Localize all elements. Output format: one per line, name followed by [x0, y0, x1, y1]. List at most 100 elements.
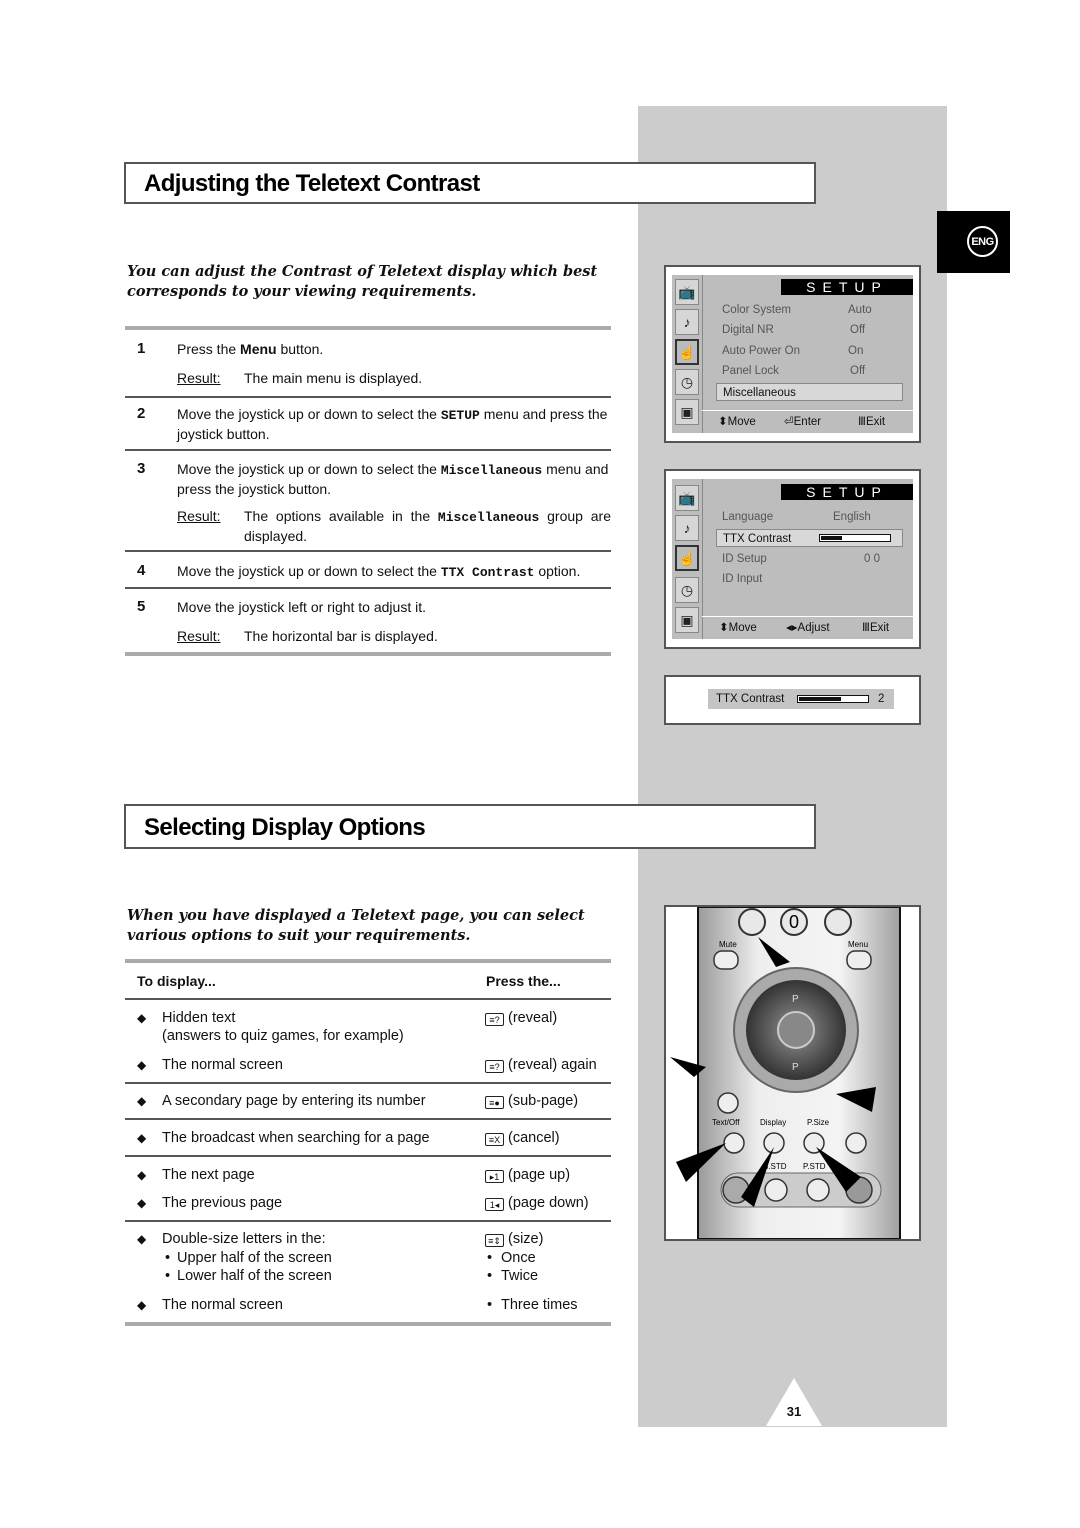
page-down-icon: 1◂	[485, 1198, 504, 1211]
osd-row: Digital NR Off	[722, 324, 866, 336]
step-text: Move the joystick up or down to select t…	[177, 563, 581, 580]
ttx-contrast-display: TTX Contrast 2	[708, 689, 894, 709]
channel-icon: ▣	[675, 399, 699, 425]
menu-icon-column: 📺 ♪ ☝ ◷ ▣	[672, 275, 703, 433]
osd-row: ID Input	[722, 573, 763, 585]
osd-ttx-contrast-bar: TTX Contrast 2	[664, 675, 921, 725]
adjust-hint: ◂▸Adjust	[786, 622, 830, 634]
osd-row: Auto Power On On	[722, 345, 864, 357]
text-off-label: Text/Off	[712, 1118, 740, 1127]
section-intro: You can adjust the Contrast of Teletext …	[127, 263, 598, 300]
divider	[125, 1322, 611, 1326]
ttx-contrast-value: 2	[878, 693, 885, 705]
step-number: 1	[137, 340, 146, 357]
setup-icon: ☝	[675, 339, 699, 365]
divider	[125, 959, 611, 963]
page-number: 31	[766, 1378, 822, 1426]
clock-icon: ◷	[675, 369, 699, 395]
move-hint: ⬍Move	[718, 416, 756, 428]
osd-row: ID Setup 0 0	[722, 553, 880, 565]
picture-icon: 📺	[675, 279, 699, 305]
ttx-contrast-bar	[797, 695, 869, 703]
osd-row: Color System Auto	[722, 304, 872, 316]
step-5: 5 Move the joystick left or right to adj…	[125, 598, 611, 648]
remote-control-illustration: 0 Mute Menu P P Text/Off Display P.Size …	[664, 905, 921, 1241]
step-text: Move the joystick up or down to select t…	[177, 461, 609, 497]
display-label: Display	[760, 1118, 786, 1127]
sound-icon: ♪	[675, 309, 699, 335]
s-std-button	[764, 1178, 788, 1202]
divider	[125, 326, 611, 330]
exit-hint: ⅢExit	[862, 622, 890, 634]
column-header: Press the...	[486, 973, 561, 989]
osd-footer: ⬍Move ⏎Enter ⅢExit	[702, 410, 913, 433]
divider	[125, 396, 611, 398]
sub-page-icon: ≡●	[485, 1096, 504, 1109]
text-off-button	[723, 1132, 745, 1154]
column-header: To display...	[137, 973, 216, 989]
step-text: Press the Menu button.	[177, 341, 324, 357]
step-1: 1 Press the Menu button. Result: The main…	[125, 340, 611, 390]
ttx-contrast-label: TTX Contrast	[716, 693, 785, 705]
setup-icon: ☝	[675, 545, 699, 571]
step-number: 3	[137, 460, 146, 477]
divider	[125, 1155, 611, 1157]
enter-hint: ⏎Enter	[784, 416, 822, 428]
p-size-label: P.Size	[807, 1118, 830, 1127]
osd-row-selected: TTX Contrast	[716, 529, 903, 547]
step-3: 3 Move the joystick up or down to select…	[137, 460, 611, 544]
language-tab: ENG	[937, 211, 1010, 273]
divider	[125, 1220, 611, 1222]
tv-button-icon	[824, 908, 852, 936]
svg-text:0: 0	[789, 912, 799, 932]
page-up-icon: ▸1	[485, 1170, 504, 1183]
picture-icon: 📺	[675, 485, 699, 511]
divider	[125, 998, 611, 1000]
reveal-icon: ≡?	[485, 1013, 504, 1026]
divider	[125, 587, 611, 589]
menu-button	[846, 950, 872, 970]
osd-miscellaneous-menu: 📺 ♪ ☝ ◷ ▣ SETUP Language English TTX Cont…	[664, 469, 921, 649]
mute-button	[713, 950, 739, 970]
divider	[125, 550, 611, 552]
cancel-button	[845, 1132, 867, 1154]
step-number: 4	[137, 562, 146, 579]
divider	[125, 1082, 611, 1084]
sub-page-button	[717, 1092, 739, 1114]
bar-fill	[821, 536, 842, 540]
section-title-text: Selecting Display Options	[144, 814, 426, 841]
divider	[125, 449, 611, 451]
step-number: 2	[137, 405, 146, 422]
input-button-icon	[738, 908, 766, 936]
size-icon: ≡⇕	[485, 1234, 504, 1247]
osd-header: SETUP	[781, 484, 913, 500]
joystick-button	[777, 1011, 815, 1049]
divider	[125, 652, 611, 656]
osd-header: SETUP	[781, 279, 913, 295]
osd-row: Language English	[722, 511, 871, 523]
section-title-teletext-contrast: Adjusting the Teletext Contrast	[124, 162, 816, 204]
step-number: 5	[137, 598, 146, 615]
sound-icon: ♪	[675, 515, 699, 541]
menu-label: Menu	[848, 940, 868, 949]
section-intro: When you have displayed a Teletext page,…	[127, 907, 585, 944]
ttx-contrast-bar	[819, 534, 891, 542]
move-hint: ⬍Move	[719, 622, 757, 634]
language-badge: ENG	[967, 226, 998, 257]
p-std-label: P.STD	[803, 1162, 826, 1171]
step-text: Move the joystick left or right to adjus…	[177, 599, 426, 615]
osd-row: Panel Lock Off	[722, 365, 866, 377]
reveal-icon: ≡?	[485, 1060, 504, 1073]
section-title-text: Adjusting the Teletext Contrast	[144, 170, 480, 197]
divider	[125, 1118, 611, 1120]
cancel-icon: ≡X	[485, 1133, 504, 1146]
p-down-label: P	[792, 1062, 799, 1073]
reveal-button	[763, 1132, 785, 1154]
exit-hint: ⅢExit	[858, 416, 886, 428]
osd-footer: ⬍Move ◂▸Adjust ⅢExit	[702, 616, 913, 639]
clock-icon: ◷	[675, 577, 699, 603]
p-up-label: P	[792, 994, 799, 1005]
step-2: 2 Move the joystick up or down to select…	[125, 405, 611, 445]
osd-row-selected: Miscellaneous	[716, 383, 903, 401]
channel-icon: ▣	[675, 607, 699, 633]
